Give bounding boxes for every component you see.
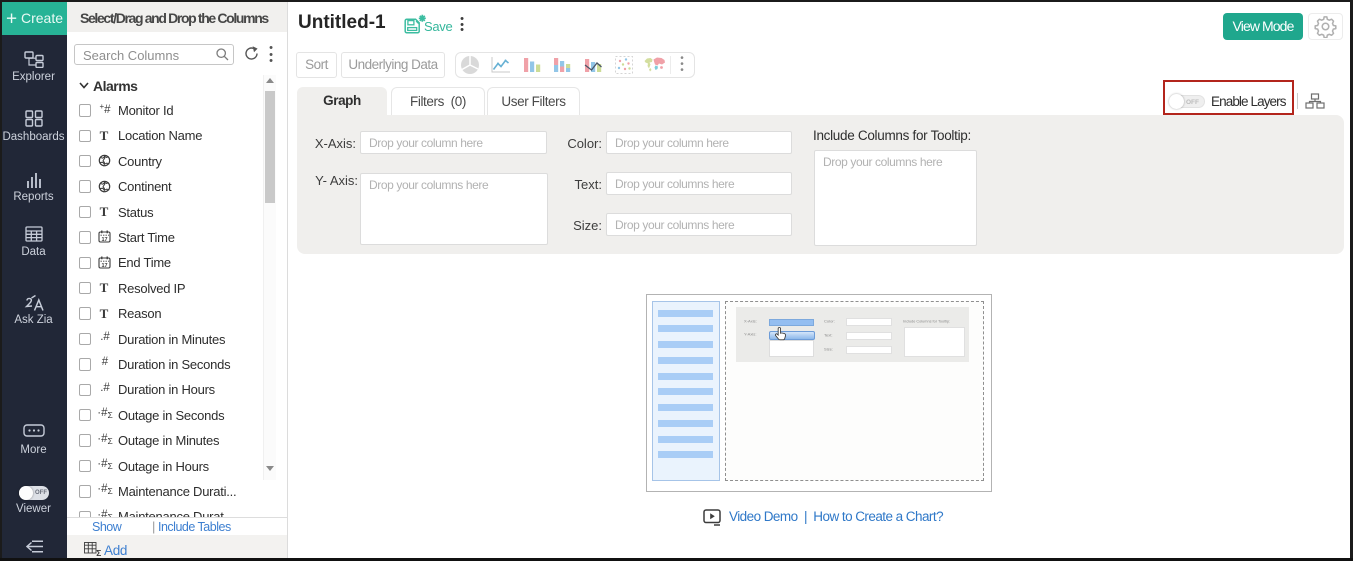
svg-text:17: 17 <box>101 237 107 243</box>
svg-text:Σ: Σ <box>96 548 101 557</box>
svg-text:17: 17 <box>101 263 107 269</box>
